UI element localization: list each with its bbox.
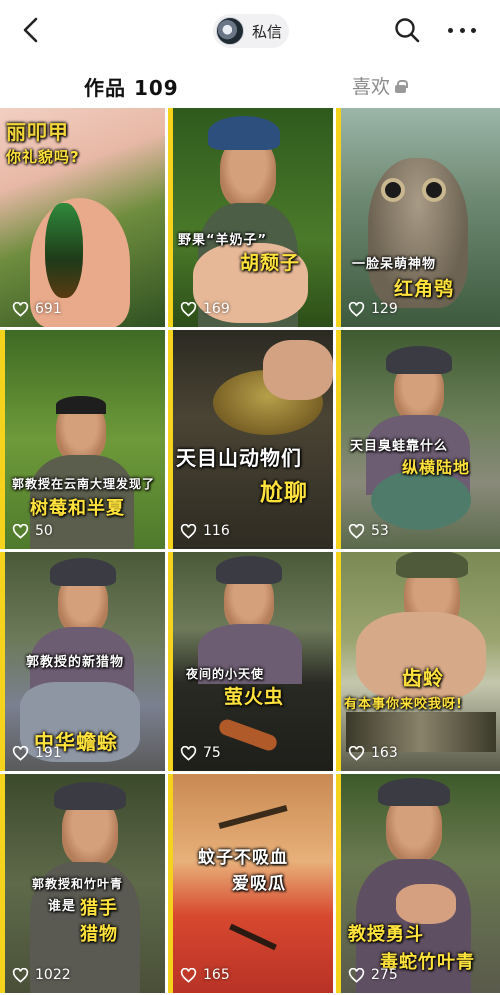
heart-icon [180,967,197,983]
video-tile[interactable]: 丽叩甲 你礼貌吗? 691 [0,108,165,327]
video-caption: 齿蛉 [402,666,444,690]
video-tile[interactable]: 天目臭蛙靠什么 纵横陆地 53 [336,330,500,549]
video-tile[interactable]: 教授勇斗 毒蛇竹叶青 275 [336,774,500,993]
video-caption: 郭教授的新猎物 [26,655,125,670]
heart-icon [348,301,365,317]
video-tile[interactable]: 天目山动物们 尬聊 116 [168,330,333,549]
heart-icon [12,745,29,761]
video-caption: 谁是 [48,899,77,914]
video-caption: 夜间的小天使 [186,667,265,681]
video-caption: 爱吸瓜 [232,874,286,894]
like-count: 53 [348,523,389,539]
like-count: 691 [12,301,62,317]
direct-message-button[interactable]: 私信 [213,14,289,48]
video-caption: 胡颓子 [240,252,301,274]
lock-icon [395,80,409,93]
heart-icon [12,967,29,983]
video-caption: 树莓和半夏 [30,498,125,519]
video-tile[interactable]: 蚊子不吸血 爱吸瓜 165 [168,774,333,993]
heart-icon [348,967,365,983]
video-caption: 一脸呆萌神物 [352,257,437,272]
profile-tabs: 作品 109 喜欢 [0,62,500,108]
video-caption: 你礼貌吗? [6,148,80,166]
search-button[interactable] [393,16,421,44]
video-caption: 蚊子不吸血 [198,848,288,868]
like-count: 165 [180,967,230,983]
video-tile[interactable]: 野果“羊奶子” 胡颓子 169 [168,108,333,327]
heart-icon [12,301,29,317]
video-caption: 萤火虫 [224,686,285,708]
video-caption: 丽叩甲 [6,120,69,144]
heart-icon [348,523,365,539]
video-caption: 郭教授和竹叶青 [32,877,124,891]
video-tile[interactable]: 郭教授和竹叶青 谁是 猎手 猎物 1022 [0,774,165,993]
like-count: 163 [348,745,398,761]
video-caption: 红角鸮 [394,278,455,300]
like-count: 1022 [12,967,71,983]
video-tile[interactable]: 齿蛉 有本事你来咬我呀! 163 [336,552,500,771]
like-count: 169 [180,301,230,317]
video-tile[interactable]: 夜间的小天使 萤火虫 75 [168,552,333,771]
tab-works[interactable]: 作品 109 [84,72,179,101]
back-button[interactable] [18,14,46,46]
heart-icon [348,745,365,761]
like-count: 50 [12,523,53,539]
like-count: 116 [180,523,230,539]
video-caption: 教授勇斗 [348,924,424,945]
direct-message-label: 私信 [252,22,283,41]
ellipsis-icon [448,27,453,33]
more-button[interactable] [444,16,480,44]
like-count: 275 [348,967,398,983]
avatar [216,17,244,45]
tab-likes[interactable]: 喜欢 [352,72,409,99]
video-tile[interactable]: 郭教授在云南大理发现了 树莓和半夏 50 [0,330,165,549]
heart-icon [180,523,197,539]
video-caption: 有本事你来咬我呀! [344,697,463,712]
video-caption: 天目臭蛙靠什么 [350,439,449,454]
video-caption: 猎物 [80,924,118,945]
video-caption: 郭教授在云南大理发现了 [12,477,156,491]
tab-likes-label: 喜欢 [352,76,391,98]
search-icon [395,18,420,43]
beetle-image [45,203,83,298]
heart-icon [180,745,197,761]
video-caption: 天目山动物们 [176,446,302,470]
top-bar: 私信 [0,0,500,62]
video-caption: 猎手 [80,898,118,919]
like-count: 129 [348,301,398,317]
video-caption: 尬聊 [260,480,308,506]
video-caption: 纵横陆地 [402,458,471,477]
like-count: 75 [180,745,221,761]
like-count: 191 [12,745,62,761]
chevron-left-icon [23,17,38,43]
video-tile[interactable]: 一脸呆萌神物 红角鸮 129 [336,108,500,327]
video-caption: 野果“羊奶子” [178,233,268,248]
heart-icon [12,523,29,539]
video-grid: 丽叩甲 你礼貌吗? 691 野果“羊奶子” 胡颓子 169 一脸呆萌神物 红角鸮… [0,108,500,995]
video-tile[interactable]: 郭教授的新猎物 中华蟾蜍 191 [0,552,165,771]
frog-image [371,470,471,530]
heart-icon [180,301,197,317]
